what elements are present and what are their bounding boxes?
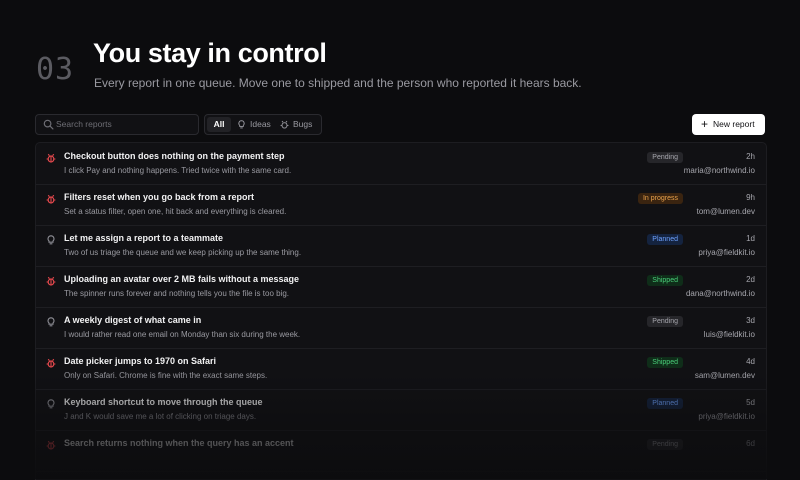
report-row[interactable]: Search returns nothing when the query ha… xyxy=(36,430,766,472)
report-title: Checkout button does nothing on the paym… xyxy=(64,151,285,161)
report-title: Filters reset when you go back from a re… xyxy=(64,192,255,202)
filter-segmented-control: All Ideas Bugs xyxy=(204,114,322,135)
filter-all-label: All xyxy=(213,119,225,129)
status-badge: Planned xyxy=(647,398,683,409)
report-age: 4d xyxy=(746,357,755,366)
section-number: 03 xyxy=(36,52,75,87)
status-badge: Pending xyxy=(647,152,683,163)
status-badge: Pending xyxy=(647,316,683,327)
filter-ideas[interactable]: Ideas xyxy=(234,117,274,132)
report-title: Keyboard shortcut to move through the qu… xyxy=(64,397,263,407)
toolbar: All Ideas Bugs + New report xyxy=(35,114,765,135)
report-age: 5d xyxy=(746,398,755,407)
reporter-email: tom@lumen.dev xyxy=(696,207,755,216)
report-row[interactable]: Date picker jumps to 1970 on Safari Only … xyxy=(36,348,766,390)
status-badge: Shipped xyxy=(647,357,683,368)
report-row[interactable]: Keyboard shortcut to move through the qu… xyxy=(36,389,766,431)
lightbulb-icon xyxy=(47,399,55,409)
new-report-button[interactable]: + New report xyxy=(692,114,765,135)
status-badge: In progress xyxy=(637,193,683,204)
filter-ideas-label: Ideas xyxy=(250,119,271,129)
lightbulb-icon xyxy=(47,235,55,245)
reporter-email: sam@lumen.dev xyxy=(694,371,755,380)
report-age: 9h xyxy=(746,193,755,202)
bug-icon xyxy=(280,120,289,129)
report-title: Search returns nothing when the query ha… xyxy=(64,438,294,448)
plus-icon: + xyxy=(701,117,709,131)
report-age: 3d xyxy=(746,316,755,325)
report-row[interactable]: Let me assign a report to a teammate Two … xyxy=(36,225,766,267)
report-row[interactable]: Filters reset when you go back from a re… xyxy=(36,184,766,226)
status-badge: Pending xyxy=(647,439,683,450)
report-title: Uploading an avatar over 2 MB fails with… xyxy=(64,274,300,284)
report-age: 2h xyxy=(746,152,755,161)
report-description: I click Pay and nothing happens. Tried t… xyxy=(64,166,292,175)
bug-icon xyxy=(46,358,56,368)
section-title: You stay in control xyxy=(93,38,327,68)
report-title: Let me assign a report to a teammate xyxy=(64,233,224,243)
report-description: J and K would save me a lot of clicking … xyxy=(64,412,257,421)
report-description: Only on Safari. Chrome is fine with the … xyxy=(64,371,268,380)
report-title: Date picker jumps to 1970 on Safari xyxy=(64,356,217,366)
reporter-email: maria@northwind.io xyxy=(683,166,755,175)
report-list: Checkout button does nothing on the paym… xyxy=(35,142,767,480)
search-input[interactable] xyxy=(56,116,192,132)
reporter-email: luis@fieldkit.io xyxy=(703,330,755,339)
reporter-email: priya@fieldkit.io xyxy=(698,248,755,257)
report-description: Two of us triage the queue and we keep p… xyxy=(64,248,302,257)
report-age: 1d xyxy=(746,234,755,243)
report-description: The spinner runs forever and nothing tel… xyxy=(64,289,290,298)
report-row[interactable]: A weekly digest of what came in I would r… xyxy=(36,307,766,349)
filter-all[interactable]: All xyxy=(207,117,231,132)
bug-icon xyxy=(46,194,56,204)
bug-icon xyxy=(46,276,56,286)
report-title: A weekly digest of what came in xyxy=(64,315,202,325)
section-hero: 03 You stay in control Every report in o… xyxy=(36,38,776,98)
report-row[interactable]: Checkout button does nothing on the paym… xyxy=(36,143,766,185)
lightbulb-icon xyxy=(238,120,245,129)
filter-bugs[interactable]: Bugs xyxy=(277,117,318,132)
bug-icon xyxy=(46,440,56,450)
new-report-label: New report xyxy=(713,119,755,129)
lightbulb-icon xyxy=(47,317,55,327)
report-age: 6d xyxy=(746,439,755,448)
bug-icon xyxy=(46,153,56,163)
report-description: Set a status filter, open one, hit back … xyxy=(64,207,287,216)
status-badge: Shipped xyxy=(647,275,683,286)
reporter-email: priya@fieldkit.io xyxy=(698,412,755,421)
report-description: I would rather read one email on Monday … xyxy=(64,330,301,339)
search-icon xyxy=(43,119,54,130)
report-row[interactable]: Uploading an avatar over 2 MB fails with… xyxy=(36,266,766,308)
report-age: 2d xyxy=(746,275,755,284)
filter-bugs-label: Bugs xyxy=(293,119,313,129)
search-box[interactable] xyxy=(35,114,199,135)
section-subtitle: Every report in one queue. Move one to s… xyxy=(94,76,582,90)
reporter-email: dana@northwind.io xyxy=(685,289,755,298)
status-badge: Planned xyxy=(647,234,683,245)
